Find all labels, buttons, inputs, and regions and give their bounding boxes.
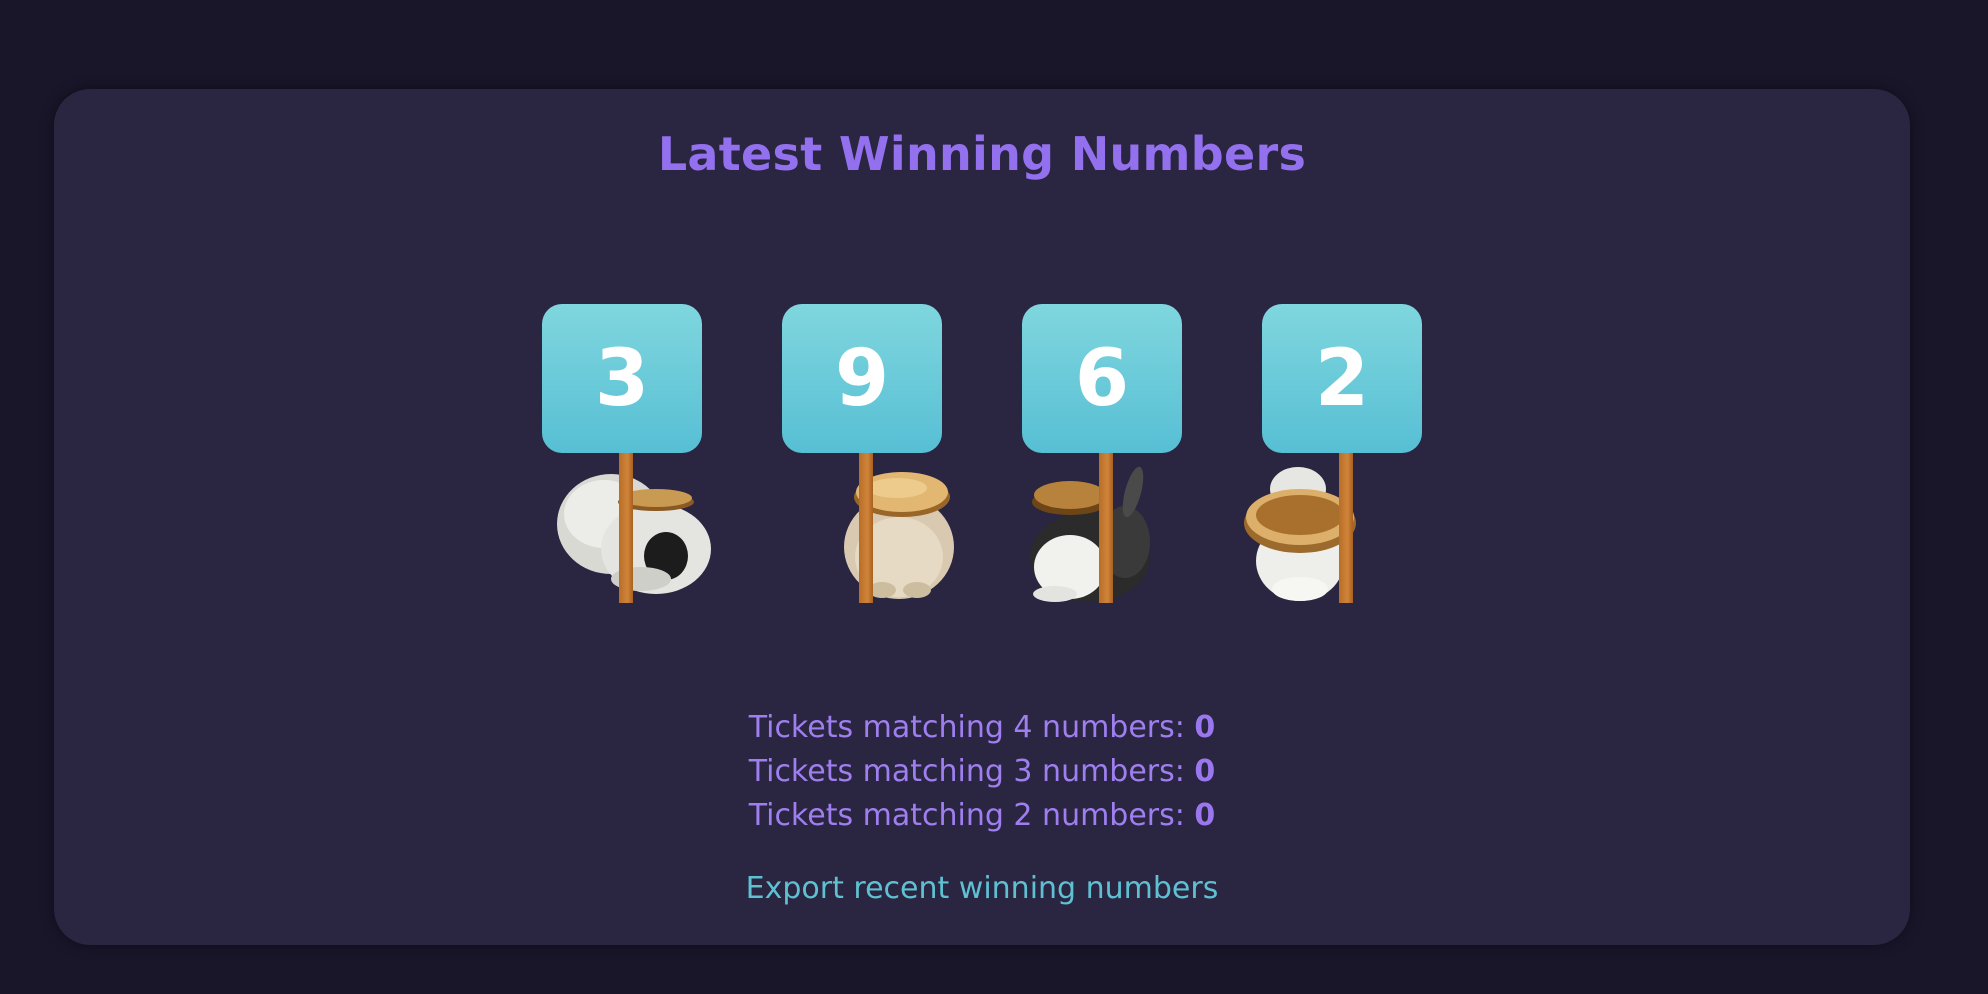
number-sign: 3 xyxy=(542,304,702,453)
number-value: 9 xyxy=(834,333,890,424)
winning-number-board: 2 xyxy=(1244,304,1422,604)
sign-stick xyxy=(1099,453,1113,603)
number-sign: 2 xyxy=(1262,304,1422,453)
match-row: Tickets matching 3 numbers: 0 xyxy=(54,750,1910,794)
match-count: 0 xyxy=(1194,710,1216,745)
match-count: 0 xyxy=(1194,798,1216,833)
number-value: 6 xyxy=(1074,333,1130,424)
number-sign: 9 xyxy=(782,304,942,453)
winning-number-board: 9 xyxy=(782,304,954,604)
number-value: 3 xyxy=(594,333,650,424)
match-label: Tickets matching 3 numbers: xyxy=(748,754,1185,789)
page-title: Latest Winning Numbers xyxy=(657,127,1307,181)
sign-stick xyxy=(619,453,633,603)
match-summary: Tickets matching 4 numbers: 0 Tickets ma… xyxy=(54,706,1910,838)
match-label: Tickets matching 4 numbers: xyxy=(748,710,1185,745)
rabbit-with-pancake-icon xyxy=(1025,462,1155,607)
match-count: 0 xyxy=(1194,754,1216,789)
number-value: 2 xyxy=(1314,333,1370,424)
winning-numbers-card: Latest Winning Numbers 3 9 6 2 Tickets m… xyxy=(54,89,1910,945)
rabbit-with-pancake-icon xyxy=(837,462,962,602)
rabbit-with-pancake-icon xyxy=(556,464,721,604)
match-row: Tickets matching 2 numbers: 0 xyxy=(54,794,1910,838)
match-label: Tickets matching 2 numbers: xyxy=(748,798,1185,833)
sign-stick xyxy=(859,453,873,603)
winning-number-board: 3 xyxy=(542,304,711,604)
match-row: Tickets matching 4 numbers: 0 xyxy=(54,706,1910,750)
winning-number-board: 6 xyxy=(1022,304,1182,604)
export-winning-numbers-link[interactable]: Export recent winning numbers xyxy=(54,871,1910,906)
sign-stick xyxy=(1339,453,1353,603)
number-sign: 6 xyxy=(1022,304,1182,453)
